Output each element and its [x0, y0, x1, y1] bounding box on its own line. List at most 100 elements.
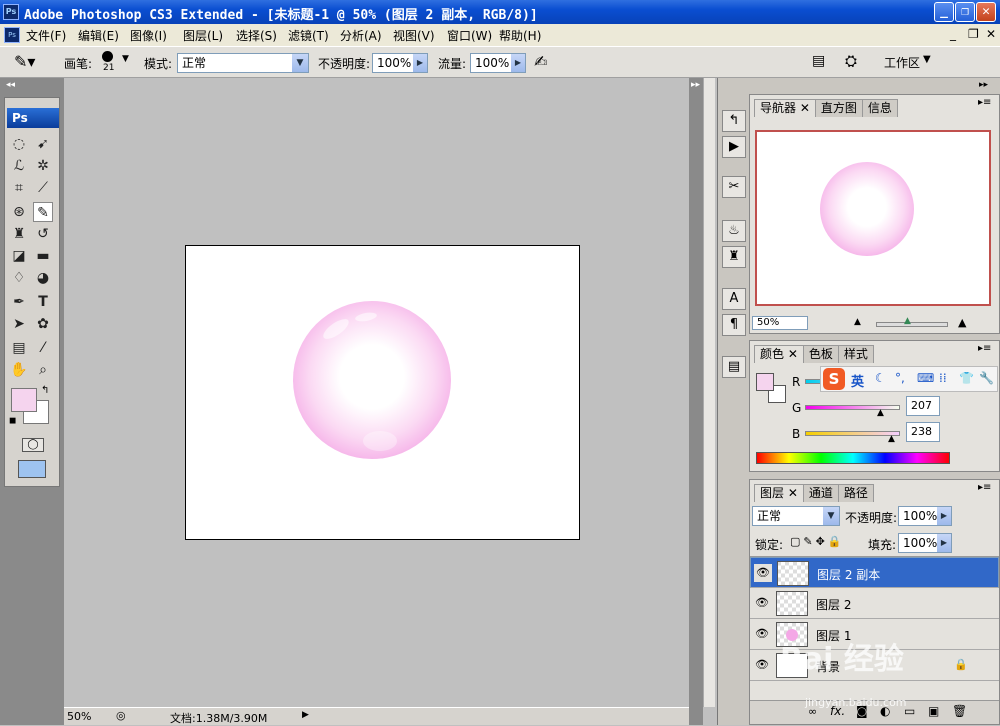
moon-icon[interactable]: ☾ — [875, 371, 886, 385]
layer-row[interactable]: 👁 图层 2 — [750, 588, 999, 619]
mode-select[interactable]: 正常 ▼ — [177, 53, 309, 73]
chevron-right-icon[interactable]: ▶ — [413, 54, 427, 72]
status-arrow-icon[interactable]: ▶ — [302, 710, 309, 720]
foreground-color-swatch-front[interactable] — [11, 388, 37, 412]
doc-restore-icon[interactable]: ❐ — [968, 27, 979, 41]
tab-channels[interactable]: 通道 — [802, 484, 839, 502]
green-value[interactable]: 207 — [906, 396, 940, 416]
navigator-zoom-input[interactable]: 50% — [752, 316, 808, 330]
delete-layer-icon[interactable]: 🗑 — [952, 704, 967, 718]
slider-thumb-icon[interactable]: ▲ — [904, 316, 911, 326]
layer-comps-icon[interactable]: ▤ — [722, 356, 746, 378]
collapse-icon[interactable]: ◂◂ — [6, 80, 15, 90]
palette-well-icon[interactable]: ▤ — [812, 53, 825, 69]
tab-paths[interactable]: 路径 — [837, 484, 874, 502]
restore-button[interactable]: ❐ — [955, 2, 975, 22]
tab-layers[interactable]: 图层 ✕ — [754, 484, 804, 502]
bridge-icon[interactable]: ⛭ — [845, 52, 857, 70]
fill-input[interactable]: 100% ▶ — [898, 533, 952, 553]
brushes-icon[interactable]: ♨ — [722, 220, 746, 242]
skin-icon[interactable]: 👕 — [959, 371, 974, 385]
layer-row[interactable]: 👁 图层 2 副本 — [750, 557, 999, 588]
vertical-scrollbar[interactable] — [703, 78, 715, 707]
chevron-right-icon[interactable]: ▶ — [937, 507, 951, 525]
eye-icon[interactable]: 👁 — [754, 564, 772, 582]
blend-mode-select[interactable]: 正常 ▼ — [752, 506, 840, 526]
move-tool-icon[interactable]: ➹ — [33, 134, 53, 154]
document-icon[interactable]: Ps — [4, 27, 20, 43]
menu-view[interactable]: 视图(V) — [393, 27, 435, 44]
gradient-tool-icon[interactable]: ▬ — [33, 246, 53, 266]
grid-icon[interactable]: ⁞⁞ — [939, 371, 947, 385]
green-slider[interactable] — [805, 405, 900, 410]
tab-navigator[interactable]: 导航器 ✕ — [754, 99, 816, 117]
close-button[interactable]: ✕ — [976, 2, 996, 22]
brush-dropdown-icon[interactable]: ▼ — [122, 54, 129, 64]
type-tool-icon[interactable]: T — [33, 292, 53, 312]
clone-source-icon[interactable]: ♜ — [722, 246, 746, 268]
path-select-icon[interactable]: ➤ — [9, 314, 29, 334]
tab-info[interactable]: 信息 — [861, 99, 898, 117]
eyedropper-icon[interactable]: ⁄ — [33, 338, 53, 358]
workspace-menu[interactable]: 工作区 — [884, 54, 920, 71]
menu-edit[interactable]: 编辑(E) — [78, 27, 119, 44]
screen-mode-icon[interactable] — [18, 460, 46, 478]
crop-tool-icon[interactable]: ⌗ — [9, 178, 29, 198]
menu-file[interactable]: 文件(F) — [26, 27, 66, 44]
airbrush-icon[interactable]: ✍ — [534, 52, 547, 71]
navigator-zoom-slider[interactable] — [876, 322, 948, 327]
lasso-tool-icon[interactable]: ℒ — [9, 156, 29, 176]
chevron-right-icon[interactable]: ▶ — [937, 534, 951, 552]
eye-icon[interactable]: 👁 — [753, 625, 771, 643]
tool-presets-icon[interactable]: ✂ — [722, 176, 746, 198]
menu-layer[interactable]: 图层(L) — [183, 27, 223, 44]
shape-tool-icon[interactable]: ✿ — [33, 314, 53, 334]
blue-slider[interactable] — [805, 431, 900, 436]
eraser-tool-icon[interactable]: ◪ — [9, 246, 29, 266]
brush-tool-preset-icon[interactable]: ✎▾ — [14, 52, 35, 71]
marquee-tool-icon[interactable]: ◌ — [9, 134, 29, 154]
tab-swatches[interactable]: 色板 — [802, 345, 839, 363]
dodge-tool-icon[interactable]: ◕ — [33, 268, 53, 288]
clone-stamp-icon[interactable]: ♜ — [9, 224, 29, 244]
green-slider-thumb-icon[interactable]: ▲ — [877, 408, 884, 418]
navigator-preview[interactable] — [755, 130, 991, 306]
color-ramp[interactable] — [756, 452, 950, 464]
layer-opacity-input[interactable]: 100% ▶ — [898, 506, 952, 526]
swap-colors-icon[interactable]: ↰ — [41, 385, 49, 396]
opacity-input[interactable]: 100% ▶ — [372, 53, 428, 73]
eye-icon[interactable]: 👁 — [753, 594, 771, 612]
history-icon[interactable]: ↰ — [722, 110, 746, 132]
panel-menu-icon[interactable]: ▸≡ — [978, 482, 991, 493]
panel-menu-icon[interactable]: ▸≡ — [978, 97, 991, 108]
healing-brush-icon[interactable]: ⊛ — [9, 202, 29, 222]
tab-histogram[interactable]: 直方图 — [814, 99, 863, 117]
doc-close-icon[interactable]: ✕ — [986, 27, 996, 41]
tab-styles[interactable]: 样式 — [837, 345, 874, 363]
zoom-in-icon[interactable]: ▲ — [958, 316, 966, 329]
menu-image[interactable]: 图像(I) — [130, 27, 167, 44]
menu-select[interactable]: 选择(S) — [236, 27, 277, 44]
notes-tool-icon[interactable]: ▤ — [9, 338, 29, 358]
keyboard-icon[interactable]: ⌨ — [917, 371, 934, 385]
menu-window[interactable]: 窗口(W) — [447, 27, 492, 44]
zoom-out-icon[interactable]: ▲ — [854, 317, 861, 327]
document-canvas[interactable] — [185, 245, 580, 540]
chevron-right-icon[interactable]: ▶ — [511, 54, 525, 72]
brush-tool-icon[interactable]: ✎ — [33, 202, 53, 222]
flow-input[interactable]: 100% ▶ — [470, 53, 526, 73]
hand-tool-icon[interactable]: ✋ — [9, 360, 29, 380]
zoom-tool-icon[interactable]: ⌕ — [33, 360, 53, 380]
doc-minimize-icon[interactable]: _ — [950, 27, 956, 41]
quick-mask-icon[interactable]: ◯ — [22, 438, 44, 452]
magic-wand-icon[interactable]: ✲ — [33, 156, 53, 176]
ime-mode[interactable]: 英 — [851, 371, 864, 390]
collapse-panels-icon[interactable]: ▸▸ — [979, 80, 988, 90]
zoom-level[interactable]: 50% — [67, 710, 91, 723]
actions-icon[interactable]: ▶ — [722, 136, 746, 158]
app-icon[interactable]: Ps — [3, 4, 19, 20]
brush-preview-icon[interactable] — [102, 51, 113, 62]
blue-value[interactable]: 238 — [906, 422, 940, 442]
slice-tool-icon[interactable]: ⟋ — [33, 178, 53, 198]
blue-slider-thumb-icon[interactable]: ▲ — [888, 434, 895, 444]
